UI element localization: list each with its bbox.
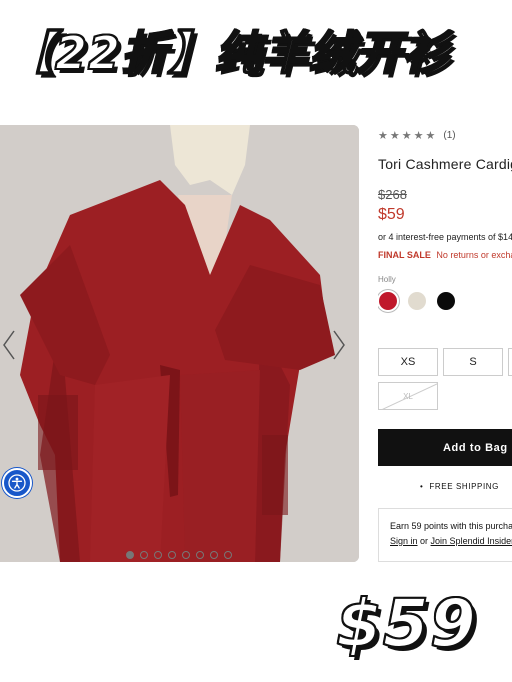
size-button-xs[interactable]: XS <box>378 348 438 376</box>
gallery-dot[interactable] <box>168 551 176 559</box>
rewards-box: Earn 59 points with this purchase Sign i… <box>378 508 512 562</box>
star-icon: ★ <box>378 129 388 142</box>
star-icon: ★ <box>413 129 424 142</box>
final-sale-note: No returns or exchanges <box>436 250 512 260</box>
previous-image-arrow[interactable] <box>2 330 26 370</box>
star-icon: ★ <box>425 129 436 142</box>
next-image-arrow[interactable] <box>332 330 356 370</box>
size-button-xl-unavailable[interactable]: XL <box>378 382 438 410</box>
rating[interactable]: ★ ★ ★ ★ ★ (1) <box>378 129 456 142</box>
gallery-dot[interactable] <box>196 551 204 559</box>
size-label-xl: XL <box>403 391 413 401</box>
rewards-or-text: or <box>417 536 431 546</box>
gallery-dot[interactable] <box>126 551 134 559</box>
promo-banner-title: 【22折】纯羊绒开衫 <box>7 25 451 81</box>
shipping-text: FREE SHIPPING <box>429 482 499 491</box>
bullet-icon: • <box>420 482 424 491</box>
color-label: Holly <box>378 275 396 284</box>
accessibility-button[interactable] <box>2 468 32 498</box>
review-count[interactable]: (1) <box>443 130 455 141</box>
gallery-dot[interactable] <box>140 551 148 559</box>
size-button-m[interactable]: M <box>508 348 512 376</box>
installment-text: or 4 interest-free payments of $14.75 <box>378 232 512 242</box>
gallery-dots <box>126 551 232 561</box>
product-photo-illustration <box>0 125 359 562</box>
original-price: $268 <box>378 187 407 202</box>
product-info-panel: ★ ★ ★ ★ ★ (1) Tori Cashmere Cardigan $26… <box>378 125 512 562</box>
size-button-s[interactable]: S <box>443 348 503 376</box>
gallery-dot[interactable] <box>224 551 232 559</box>
shipping-info: • FREE SHIPPING <box>420 482 499 491</box>
product-title: Tori Cashmere Cardigan <box>378 156 512 172</box>
join-insiders-link[interactable]: Join Splendid Insiders <box>431 536 512 546</box>
accessibility-icon <box>8 474 26 492</box>
final-sale-label: FINAL SALE <box>378 250 431 260</box>
color-swatch-black[interactable] <box>437 292 455 310</box>
star-icon: ★ <box>389 129 400 142</box>
star-icon: ★ <box>401 129 412 142</box>
price-overlay: $59 <box>335 584 477 663</box>
rewards-text: Earn 59 points with this purchase <box>390 521 512 531</box>
sale-price: $59 <box>378 206 405 223</box>
final-sale-notice: FINAL SALE No returns or exchanges <box>378 250 512 260</box>
color-swatch-holly[interactable] <box>379 292 397 310</box>
product-image[interactable] <box>0 125 359 562</box>
color-swatch-cream[interactable] <box>408 292 426 310</box>
sign-in-link[interactable]: Sign in <box>390 536 418 546</box>
chevron-left-icon <box>3 330 15 360</box>
gallery-dot[interactable] <box>182 551 190 559</box>
add-to-bag-button[interactable]: Add to Bag <box>378 429 512 466</box>
gallery-dot[interactable] <box>154 551 162 559</box>
chevron-right-icon <box>333 330 345 360</box>
gallery-dot[interactable] <box>210 551 218 559</box>
